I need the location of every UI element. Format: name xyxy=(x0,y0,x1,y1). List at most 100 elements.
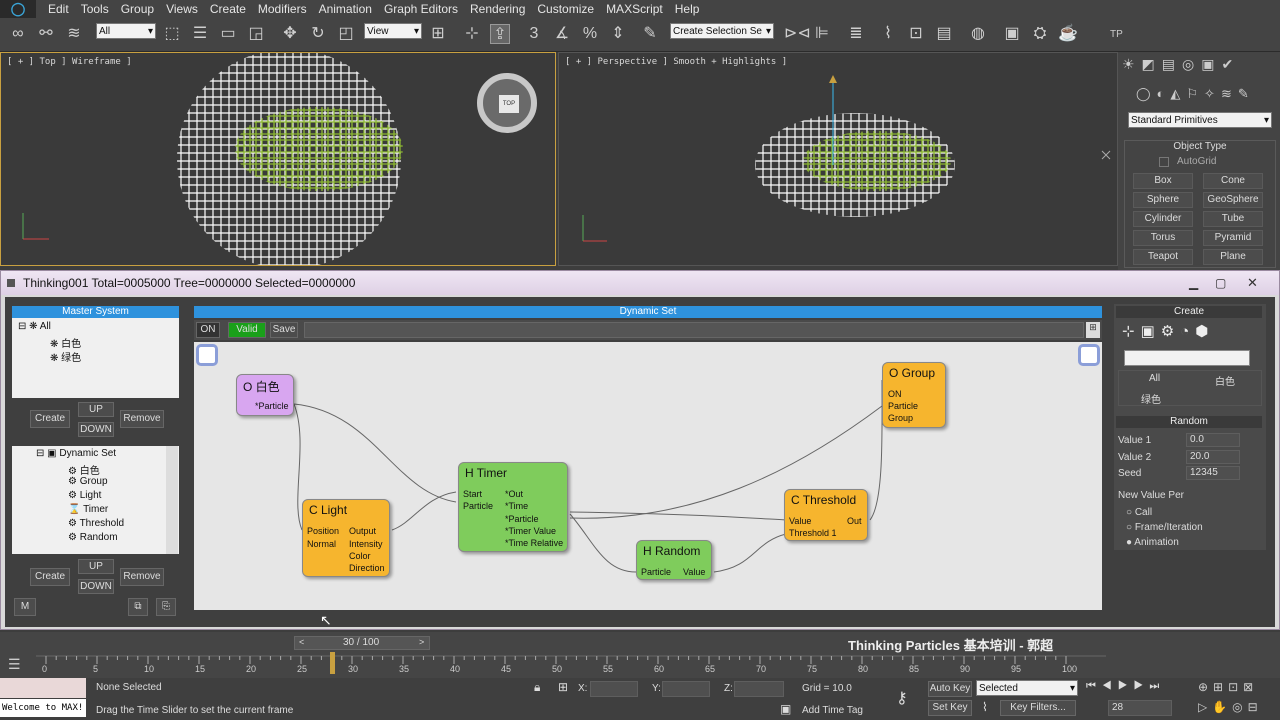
y-coord-field[interactable] xyxy=(662,681,710,697)
node-timer-helper[interactable]: H Timer Start Particle *Out *Time *Parti… xyxy=(458,462,568,552)
prev-frame-icon[interactable]: < xyxy=(299,637,304,647)
current-frame-field[interactable]: 28 xyxy=(1108,700,1172,716)
key-mode-dropdown[interactable]: Selected xyxy=(976,680,1078,697)
auto-key-button[interactable]: Auto Key xyxy=(928,681,972,697)
box-button[interactable]: Box xyxy=(1133,173,1193,189)
node-graph[interactable]: O 白色 *Particle O Group ON Particle Group… xyxy=(194,342,1102,628)
seed-field[interactable]: 12345 xyxy=(1186,466,1240,480)
random-rollout-head[interactable]: Random xyxy=(1116,416,1262,428)
node-threshold-condition[interactable]: C Threshold Value Threshold 1 Out xyxy=(784,489,868,541)
menu-views[interactable]: Views xyxy=(166,2,198,16)
pivot-icon[interactable]: ⊞ xyxy=(428,24,448,44)
create-dynset-button[interactable]: Create xyxy=(30,568,70,586)
menu-animation[interactable]: Animation xyxy=(319,2,372,16)
perspective-viewport[interactable]: [ + ] Perspective ] Smooth + Highlights … xyxy=(558,52,1118,266)
m-button[interactable]: M xyxy=(14,598,36,616)
move-icon[interactable]: ✥ xyxy=(280,24,300,44)
port-value[interactable]: Value xyxy=(683,567,705,577)
tree-item-all[interactable]: ⊟ ❋ All xyxy=(18,321,51,332)
lock-icon[interactable]: 🔒︎ xyxy=(534,680,540,695)
app-logo[interactable]: ◯ xyxy=(0,0,36,18)
menu-maxscript[interactable]: MAXScript xyxy=(606,2,663,16)
port-intensity[interactable]: Intensity xyxy=(349,539,383,549)
value2-field[interactable]: 20.0 xyxy=(1186,450,1240,464)
radio-frame-iteration[interactable]: ○ Frame/Iteration xyxy=(1126,522,1203,533)
port-particle[interactable]: Particle xyxy=(888,401,918,411)
menu-graph-editors[interactable]: Graph Editors xyxy=(384,2,458,16)
key-icon[interactable]: ⚷ xyxy=(896,688,908,708)
paste-icon[interactable]: ⎘ xyxy=(156,598,176,616)
node-white-output[interactable]: O 白色 *Particle xyxy=(236,374,294,416)
schematic-view-icon[interactable]: ⊡ xyxy=(906,24,926,44)
render-production-icon[interactable]: ⛭ xyxy=(1030,24,1050,44)
playback-controls[interactable]: ⏮◀▶▶⏭ xyxy=(1086,680,1196,693)
port-time-relative[interactable]: *Time Relative xyxy=(505,538,563,548)
edit-named-sel-icon[interactable]: ✎ xyxy=(640,24,660,44)
value1-field[interactable]: 0.0 xyxy=(1186,433,1240,447)
ref-coord-dropdown[interactable]: View xyxy=(364,23,422,40)
dynamic-set-head[interactable]: Dynamic Set xyxy=(194,306,1102,318)
teapot-button[interactable]: Teapot xyxy=(1133,249,1193,265)
valid-button[interactable]: Valid xyxy=(228,322,266,338)
render-setup-icon[interactable]: ◍ xyxy=(968,24,988,44)
tab-green[interactable]: 绿色 xyxy=(1141,391,1161,406)
operator-icons[interactable]: ⊹▣⚙◔⬢ xyxy=(1122,322,1258,344)
group-up-button[interactable]: UP xyxy=(78,402,114,417)
tree-item-light[interactable]: ⚙ Light xyxy=(68,490,101,501)
port-group[interactable]: Group xyxy=(888,413,913,423)
remove-group-button[interactable]: Remove xyxy=(120,410,164,428)
port-particle[interactable]: Particle xyxy=(463,501,493,511)
tree-item-white[interactable]: ❋ 白色 xyxy=(50,335,81,350)
create-group-button[interactable]: Create xyxy=(30,410,70,428)
link-icon[interactable]: ∞ xyxy=(8,24,28,44)
time-slider[interactable]: < 30 / 100 > xyxy=(294,636,430,650)
viewport-nav-icons-2[interactable]: ▷✋◎⊟ xyxy=(1198,700,1278,714)
top-viewport[interactable]: [ + ] Top ] Wireframe ] TOP xyxy=(0,52,556,266)
port-normal[interactable]: Normal xyxy=(307,539,336,549)
port-threshold1[interactable]: Threshold 1 xyxy=(789,528,837,538)
manipulate-icon[interactable]: ⊹ xyxy=(462,24,482,44)
port-direction[interactable]: Direction xyxy=(349,563,385,573)
unlink-icon[interactable]: ⚯ xyxy=(36,24,56,44)
remove-dynset-button[interactable]: Remove xyxy=(120,568,164,586)
port-out[interactable]: *Out xyxy=(505,489,523,499)
torus-button[interactable]: Torus xyxy=(1133,230,1193,246)
tree-item-timer[interactable]: ⌛ Timer xyxy=(68,504,108,515)
viewport-nav-icons[interactable]: ⊕⊞⊡⊠ xyxy=(1198,680,1278,694)
maxscript-listener[interactable] xyxy=(0,678,86,698)
next-frame-icon[interactable]: > xyxy=(419,637,424,647)
menu-tools[interactable]: Tools xyxy=(81,2,109,16)
angle-snap-icon[interactable]: ∡ xyxy=(552,24,572,44)
menu-rendering[interactable]: Rendering xyxy=(470,2,525,16)
tube-button[interactable]: Tube xyxy=(1203,211,1263,227)
scale-icon[interactable]: ◰ xyxy=(336,24,356,44)
selection-filter-dropdown[interactable]: All xyxy=(96,23,156,40)
node-random-helper[interactable]: H Random Particle Value xyxy=(636,540,712,580)
window-crossing-icon[interactable]: ◲ xyxy=(246,24,266,44)
sphere-button[interactable]: Sphere xyxy=(1133,192,1193,208)
percent-snap-icon[interactable]: % xyxy=(580,24,600,44)
tree-item-random[interactable]: ⚙ Random xyxy=(68,532,118,543)
port-output[interactable]: Output xyxy=(349,526,376,536)
tree-item-group[interactable]: ⚙ Group xyxy=(68,476,108,487)
cylinder-button[interactable]: Cylinder xyxy=(1133,211,1193,227)
dynset-down-button[interactable]: DOWN xyxy=(78,579,114,594)
port-out[interactable]: Out xyxy=(847,516,862,526)
menu-modifiers[interactable]: Modifiers xyxy=(258,2,307,16)
port-on[interactable]: ON xyxy=(888,389,902,399)
port-particle-out[interactable]: *Particle xyxy=(505,514,539,524)
tree-item-green[interactable]: ❋ 绿色 xyxy=(50,349,81,364)
create-rollout-head[interactable]: Create xyxy=(1116,306,1262,318)
rollout-title[interactable]: Object Type xyxy=(1125,141,1275,152)
radio-call[interactable]: ○ Call xyxy=(1126,507,1152,518)
select-by-name-icon[interactable]: ☰ xyxy=(190,24,210,44)
create-categories[interactable]: ◯◐◭⚐✧≋✎ xyxy=(1136,86,1276,106)
dynset-name-field[interactable] xyxy=(304,322,1084,338)
minimize-icon[interactable]: ▁ xyxy=(1189,271,1198,295)
mirror-icon[interactable]: ⊳⊲ xyxy=(784,24,811,44)
render-frame-icon[interactable]: ▣ xyxy=(1002,24,1022,44)
time-tag-icon[interactable]: ▣ xyxy=(780,702,791,716)
welcome-text[interactable]: Welcome to MAX! xyxy=(0,699,86,717)
tab-all[interactable]: All xyxy=(1149,373,1160,384)
tree-item-threshold[interactable]: ⚙ Threshold xyxy=(68,518,124,529)
